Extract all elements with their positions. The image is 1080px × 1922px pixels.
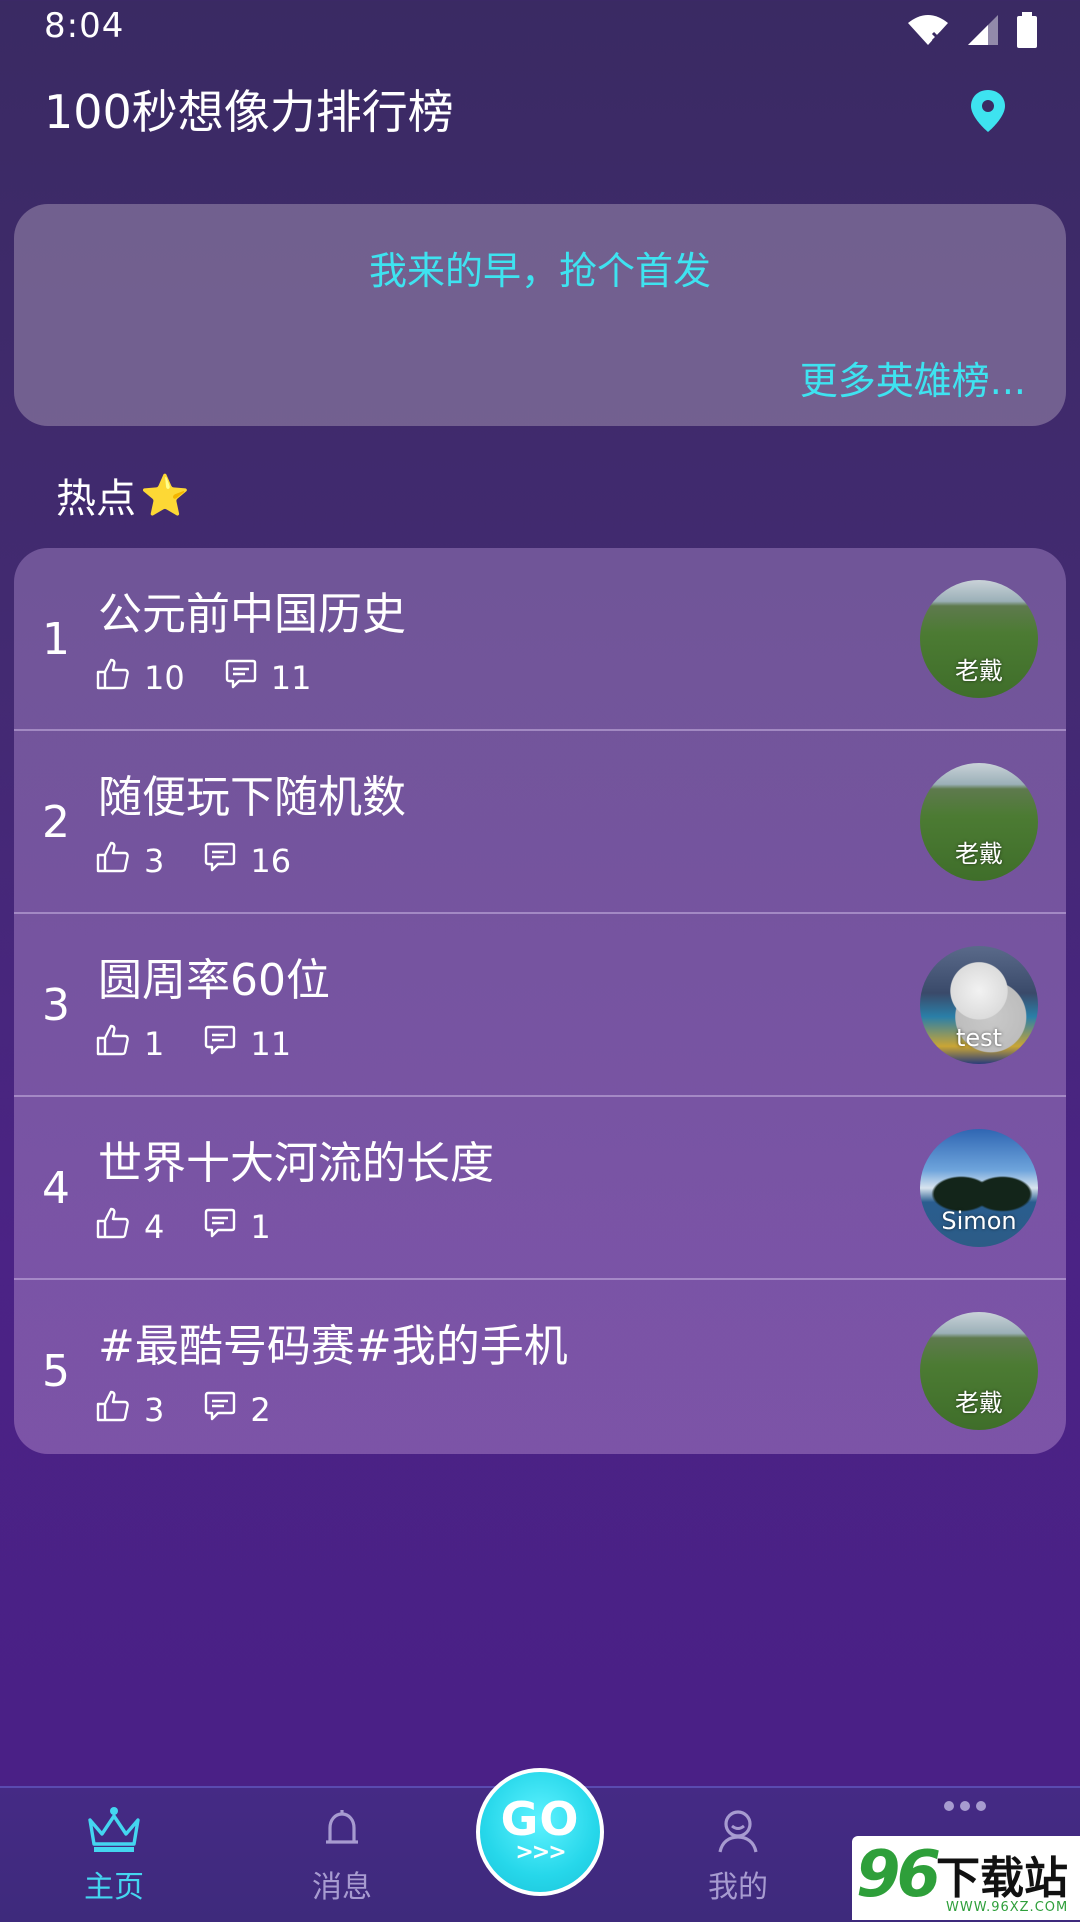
user-icon <box>714 1810 762 1858</box>
rank-number: 1 <box>42 614 70 665</box>
location-pin-icon[interactable] <box>968 88 1008 134</box>
comment-count: 11 <box>270 659 312 697</box>
thumbs-up-icon <box>96 1024 130 1064</box>
like-count: 3 <box>144 842 165 880</box>
watermark-url: WWW.96XZ.COM <box>946 1900 1069 1915</box>
bell-icon <box>318 1810 366 1858</box>
topic-stats: 3 2 <box>96 1390 311 1430</box>
star-icon: ⭐ <box>140 472 190 519</box>
comment-stat[interactable]: 16 <box>204 841 291 881</box>
wifi-icon <box>906 13 950 51</box>
avatar[interactable]: Simon <box>920 1129 1038 1247</box>
thumbs-up-icon <box>96 658 130 698</box>
comment-icon <box>204 1024 236 1064</box>
watermark-number: 96 <box>856 1838 941 1912</box>
topic-stats: 4 1 <box>96 1207 311 1247</box>
hot-list: 1 公元前中国历史 10 11 老戴 2 随便玩下随机数 3 16 老戴 3 圆… <box>14 548 1066 1454</box>
status-bar: 8:04 <box>0 0 1080 60</box>
comment-stat[interactable]: 1 <box>204 1207 271 1247</box>
battery-icon <box>1016 12 1038 52</box>
topic-title[interactable]: 公元前中国历史 <box>98 578 406 642</box>
comment-count: 1 <box>250 1208 271 1246</box>
site-watermark: 96 下载站 WWW.96XZ.COM <box>852 1836 1080 1920</box>
nav-messages[interactable]: 消息 <box>282 1806 402 1906</box>
more-heroes-link[interactable]: 更多英雄榜... <box>800 350 1026 405</box>
like-stat[interactable]: 10 <box>96 658 185 698</box>
page-title: 100秒想像力排行榜 <box>44 85 454 139</box>
avatar[interactable]: 老戴 <box>920 1312 1038 1430</box>
topic-stats: 10 11 <box>96 658 351 698</box>
section-title: 热点 ⭐ <box>56 466 190 524</box>
avatar[interactable]: 老戴 <box>920 580 1038 698</box>
topic-title[interactable]: 圆周率60位 <box>98 944 330 1008</box>
comment-count: 16 <box>250 842 292 880</box>
avatar[interactable]: 老戴 <box>920 763 1038 881</box>
thumbs-up-icon <box>96 1390 130 1430</box>
nav-messages-label: 消息 <box>312 1870 372 1905</box>
crown-icon <box>86 1807 142 1858</box>
like-count: 10 <box>144 659 185 697</box>
announcement-text[interactable]: 我来的早，抢个首发 <box>14 240 1066 295</box>
comment-icon <box>204 1207 236 1247</box>
nav-mine-label: 我的 <box>708 1870 768 1905</box>
announcement-card[interactable]: 我来的早，抢个首发 更多英雄榜... <box>14 204 1066 426</box>
thumbs-up-icon <box>96 841 130 881</box>
more-icon[interactable] <box>905 1798 1025 1817</box>
comment-icon <box>204 841 236 881</box>
like-count: 4 <box>144 1208 165 1246</box>
like-stat[interactable]: 3 <box>96 841 164 881</box>
topic-title[interactable]: #最酷号码赛#我的手机 <box>98 1310 568 1374</box>
comment-icon <box>204 1390 236 1430</box>
comment-stat[interactable]: 2 <box>204 1390 271 1430</box>
like-count: 3 <box>144 1391 165 1429</box>
like-stat[interactable]: 3 <box>96 1390 164 1430</box>
author-name: 老戴 <box>955 840 1003 868</box>
comment-count: 2 <box>250 1391 271 1429</box>
author-name: Simon <box>941 1207 1017 1235</box>
like-stat[interactable]: 1 <box>96 1024 164 1064</box>
comment-icon <box>225 658 257 698</box>
list-item[interactable]: 5 #最酷号码赛#我的手机 3 2 老戴 <box>14 1280 1066 1454</box>
go-button[interactable]: GO >>> <box>476 1768 604 1896</box>
author-name: 老戴 <box>955 657 1003 685</box>
author-name: test <box>955 1024 1003 1052</box>
list-item[interactable]: 4 世界十大河流的长度 4 1 Simon <box>14 1097 1066 1280</box>
rank-number: 3 <box>42 980 70 1031</box>
avatar[interactable]: test <box>920 946 1038 1064</box>
rank-number: 4 <box>42 1163 70 1214</box>
comment-stat[interactable]: 11 <box>225 658 312 698</box>
list-item[interactable]: 1 公元前中国历史 10 11 老戴 <box>14 548 1066 731</box>
nav-home[interactable]: 主页 <box>54 1806 174 1906</box>
go-label: GO <box>500 1792 580 1846</box>
author-name: 老戴 <box>955 1389 1003 1417</box>
nav-home-label: 主页 <box>84 1870 144 1905</box>
topic-title[interactable]: 世界十大河流的长度 <box>98 1127 494 1191</box>
topic-stats: 3 16 <box>96 841 331 881</box>
signal-icon <box>966 13 1000 51</box>
status-time: 8:04 <box>44 6 125 46</box>
comment-stat[interactable]: 11 <box>204 1024 291 1064</box>
rank-number: 5 <box>42 1346 70 1397</box>
nav-mine[interactable]: 我的 <box>678 1806 798 1906</box>
comment-count: 11 <box>250 1025 292 1063</box>
list-item[interactable]: 3 圆周率60位 1 11 test <box>14 914 1066 1097</box>
go-arrows: >>> <box>515 1840 566 1865</box>
list-item[interactable]: 2 随便玩下随机数 3 16 老戴 <box>14 731 1066 914</box>
section-title-text: 热点 <box>56 476 136 522</box>
status-icons <box>906 12 1038 52</box>
topic-stats: 1 11 <box>96 1024 331 1064</box>
like-count: 1 <box>144 1025 165 1063</box>
thumbs-up-icon <box>96 1207 130 1247</box>
app-header: 100秒想像力排行榜 <box>0 60 1080 160</box>
rank-number: 2 <box>42 797 70 848</box>
topic-title[interactable]: 随便玩下随机数 <box>98 761 406 825</box>
watermark-text: 下载站 <box>936 1853 1068 1904</box>
like-stat[interactable]: 4 <box>96 1207 164 1247</box>
